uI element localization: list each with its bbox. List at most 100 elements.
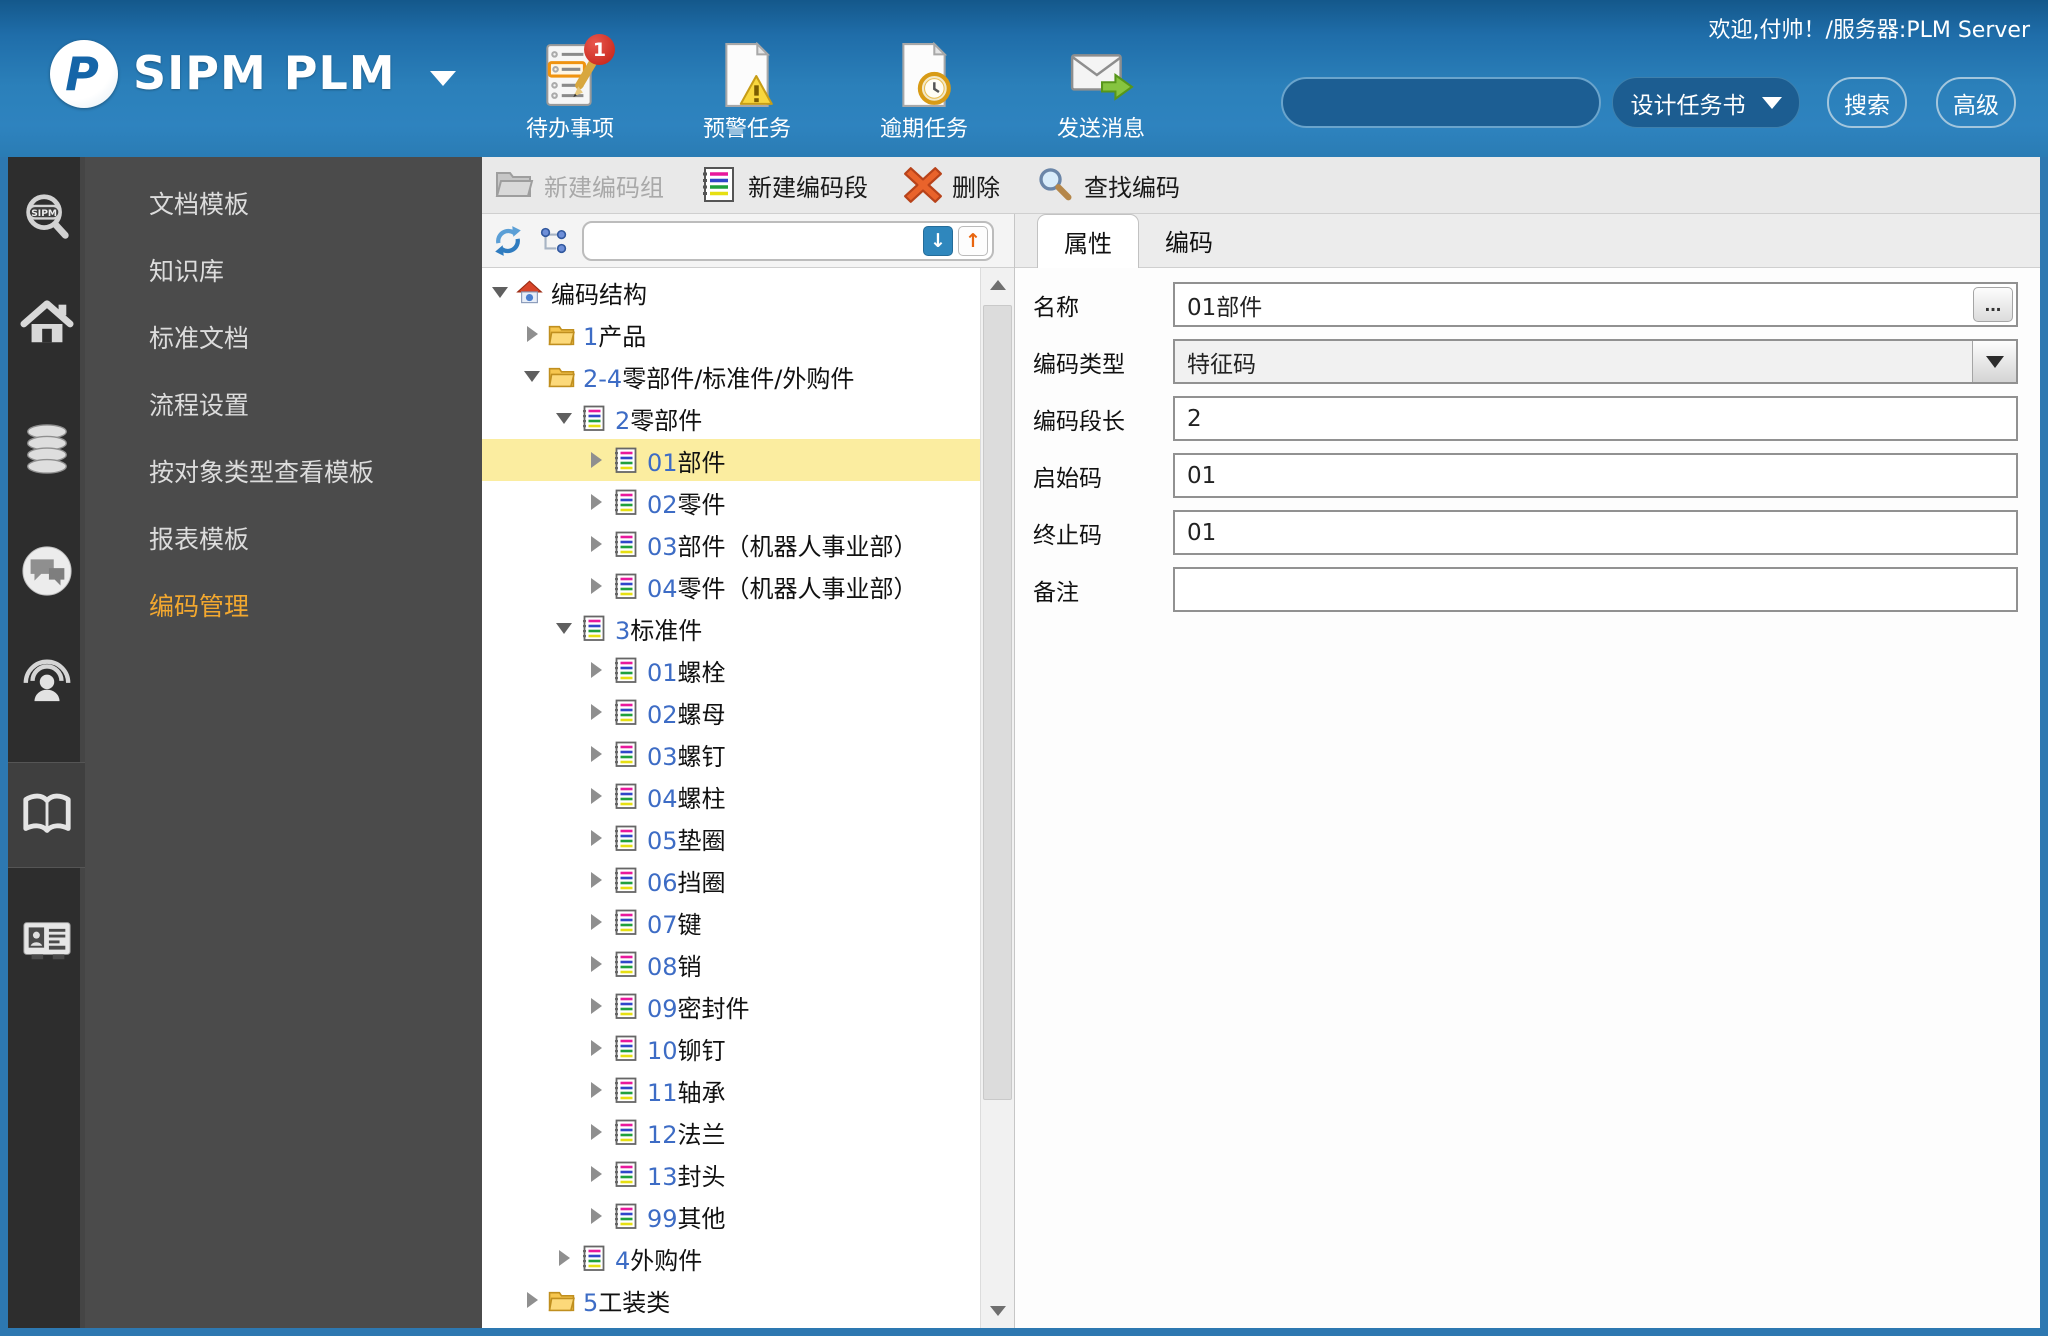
hierarchy-icon[interactable] [537, 225, 569, 257]
expand-arrow[interactable] [524, 326, 540, 342]
menu-item-standard-docs[interactable]: 标准文档 [85, 305, 482, 372]
toolbar-button-todo-items[interactable]: 1 待办事项 [500, 34, 640, 143]
expand-arrow[interactable] [556, 1250, 572, 1266]
tree-node[interactable]: 08销 [482, 943, 980, 985]
tree-node[interactable]: 06挡圈 [482, 859, 980, 901]
expand-arrow[interactable] [588, 830, 604, 846]
toolbar-button-new-code-segment[interactable]: 新建编码段 [698, 166, 868, 204]
menu-item-doc-templates[interactable]: 文档模板 [85, 171, 482, 238]
expand-arrow[interactable] [588, 788, 604, 804]
sidebar-item-library[interactable] [8, 785, 85, 845]
expand-arrow[interactable] [588, 1124, 604, 1140]
sidebar-item-database[interactable] [8, 419, 85, 479]
toolbar-button-find-code[interactable]: 查找编码 [1034, 166, 1180, 204]
menu-item-report-templates[interactable]: 报表模板 [85, 506, 482, 573]
tab-code[interactable]: 编码 [1139, 214, 1239, 267]
tree-node[interactable]: 07键 [482, 901, 980, 943]
expand-arrow[interactable] [588, 914, 604, 930]
filter-next-button[interactable]: ↓ [923, 225, 953, 256]
field-input-remark[interactable] [1173, 567, 2018, 612]
tree-node[interactable]: 99其他 [482, 1195, 980, 1237]
tree-node[interactable]: 09密封件 [482, 985, 980, 1027]
menu-item-code-management[interactable]: 编码管理 [85, 573, 482, 640]
tree-node[interactable]: 04零件（机器人事业部） [482, 565, 980, 607]
tree-node[interactable]: 13封头 [482, 1153, 980, 1195]
collapse-arrow[interactable] [556, 412, 572, 424]
scroll-down-button[interactable] [981, 1294, 1014, 1328]
field-input-end-code[interactable] [1173, 510, 2018, 555]
field-input-segment-length[interactable] [1173, 396, 2018, 441]
expand-arrow[interactable] [588, 662, 604, 678]
toolbar-button-overdue-tasks[interactable]: 逾期任务 [854, 42, 994, 143]
dropdown-arrow-button[interactable] [1972, 341, 2016, 382]
tree-node[interactable]: 编码结构 [482, 271, 980, 313]
collapse-arrow[interactable] [556, 622, 572, 634]
tree-node[interactable]: 12法兰 [482, 1111, 980, 1153]
tree-node[interactable]: 2零部件 [482, 397, 980, 439]
tree-node[interactable]: 10铆钉 [482, 1027, 980, 1069]
collapse-arrow[interactable] [524, 370, 540, 382]
collapse-arrow[interactable] [492, 286, 508, 298]
tree-node[interactable]: 04螺柱 [482, 775, 980, 817]
toolbar-button-send-message[interactable]: 发送消息 [1031, 42, 1171, 143]
toolbar-button-warning-tasks[interactable]: 预警任务 [677, 42, 817, 143]
tree-search-row: ↓ ↑ [482, 214, 1014, 268]
tree-node[interactable]: 02零件 [482, 481, 980, 523]
expand-arrow[interactable] [588, 536, 604, 552]
tab-properties[interactable]: 属性 [1037, 214, 1139, 268]
tree-node[interactable]: 11轴承 [482, 1069, 980, 1111]
tree-node[interactable]: 3标准件 [482, 607, 980, 649]
expand-arrow[interactable] [588, 998, 604, 1014]
filter-prev-button[interactable]: ↑ [958, 225, 988, 256]
toolbar-button-delete[interactable]: 删除 [902, 166, 1000, 204]
tree-node[interactable]: 03螺钉 [482, 733, 980, 775]
sipm-plm-window: 欢迎,付帅！/服务器:PLM Server P SIPM PLM 1 待办事项 … [0, 0, 2048, 1336]
expand-arrow[interactable] [588, 704, 604, 720]
expand-arrow[interactable] [588, 1166, 604, 1182]
expand-arrow[interactable] [588, 578, 604, 594]
ellipsis-button[interactable]: ... [1973, 287, 2013, 322]
expand-arrow[interactable] [588, 1082, 604, 1098]
tree-node-selected[interactable]: 01部件 [482, 439, 980, 481]
search-type-dropdown[interactable]: 设计任务书 [1612, 77, 1800, 128]
refresh-icon[interactable] [492, 225, 524, 257]
sidebar-item-contact-card[interactable] [8, 909, 85, 969]
app-title-menu[interactable]: SIPM PLM [133, 46, 456, 100]
expand-arrow[interactable] [588, 1040, 604, 1056]
expand-arrow[interactable] [588, 746, 604, 762]
menu-item-knowledge-base[interactable]: 知识库 [85, 238, 482, 305]
advanced-search-button[interactable]: 高级 [1936, 77, 2016, 128]
scrollbar-thumb[interactable] [983, 305, 1012, 1100]
search-button[interactable]: 搜索 [1827, 77, 1907, 128]
tree-node[interactable]: 05垫圈 [482, 817, 980, 859]
sidebar-item-broadcast[interactable] [8, 649, 85, 709]
tree-node[interactable]: 02螺母 [482, 691, 980, 733]
tree-node[interactable]: 1产品 [482, 313, 980, 355]
tree-node[interactable]: 01螺栓 [482, 649, 980, 691]
tree-node[interactable]: 4外购件 [482, 1237, 980, 1279]
global-search-input[interactable] [1281, 77, 1601, 128]
menu-item-process-settings[interactable]: 流程设置 [85, 372, 482, 439]
sidebar-item-sipm-search[interactable]: SIPM [8, 187, 85, 247]
tree-node[interactable]: 5工装类 [482, 1279, 980, 1321]
menu-item-view-templates-by-object-type[interactable]: 按对象类型查看模板 [85, 439, 482, 506]
expand-arrow[interactable] [588, 872, 604, 888]
expand-arrow[interactable] [588, 452, 604, 468]
tree-node[interactable]: 03部件（机器人事业部） [482, 523, 980, 565]
tree-node-label: 06挡圈 [647, 863, 726, 898]
tree-seg-icon [612, 1035, 639, 1062]
tree-node[interactable] [482, 1321, 980, 1328]
expand-arrow[interactable] [588, 1208, 604, 1224]
field-input-start-code[interactable] [1173, 453, 2018, 498]
field-select-code-type[interactable]: 特征码 [1173, 339, 2018, 384]
expand-arrow-icon [558, 1250, 570, 1266]
expand-arrow[interactable] [588, 494, 604, 510]
tree-scrollbar[interactable] [980, 268, 1014, 1328]
field-input-name[interactable] [1173, 282, 2018, 327]
expand-arrow[interactable] [588, 956, 604, 972]
tree-node[interactable]: 2-4零部件/标准件/外购件 [482, 355, 980, 397]
sidebar-item-messages[interactable] [8, 541, 85, 601]
scroll-up-button[interactable] [981, 268, 1014, 302]
sidebar-item-home[interactable] [8, 293, 85, 353]
expand-arrow[interactable] [524, 1292, 540, 1308]
